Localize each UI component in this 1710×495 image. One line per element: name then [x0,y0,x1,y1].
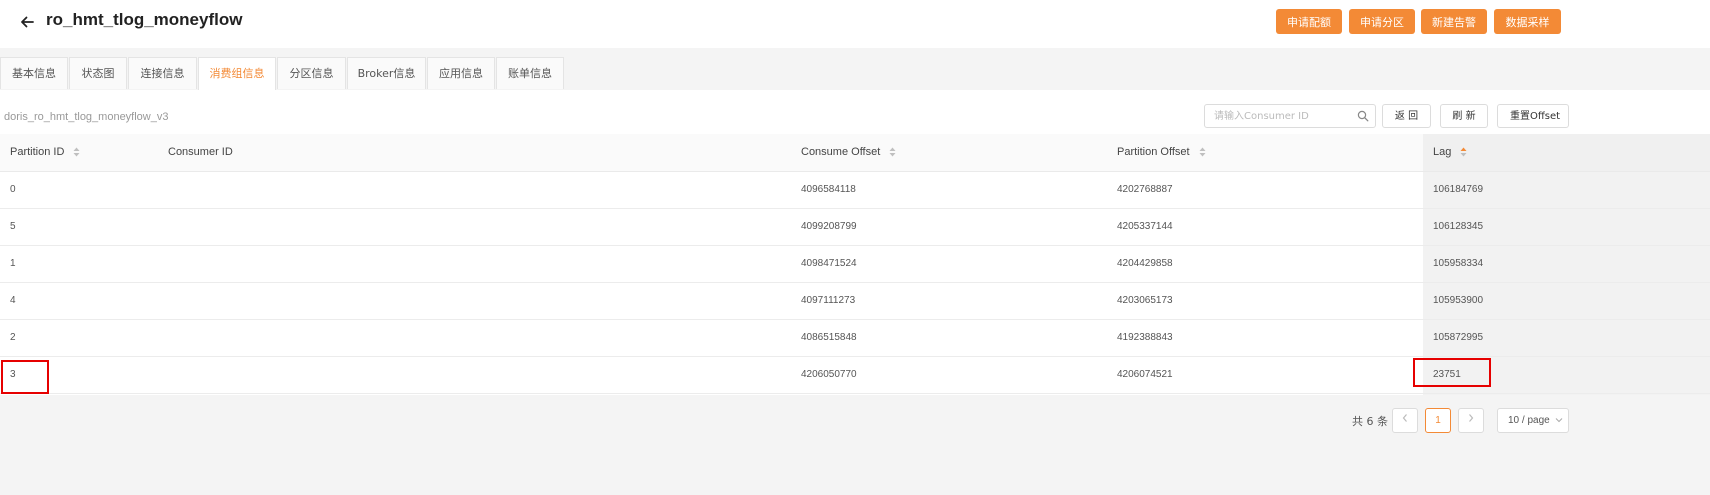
table-row: 4 4097111273 4203065173 105953900 [0,282,1710,320]
column-header-label: Lag [1433,146,1452,158]
table-row: 0 4096584118 4202768887 106184769 [0,171,1710,209]
partition-id-cell: 5 [10,221,16,232]
column-header-lag: Lag [1433,134,1467,171]
column-header-consumer-id: Consumer ID [168,146,233,158]
partition-id-cell: 4 [10,295,16,306]
lag-cell: 106128345 [1433,221,1484,232]
consumer-id-search [1204,104,1376,128]
lag-cell: 105872995 [1433,332,1484,343]
search-icon[interactable] [1357,110,1369,122]
partition-offset-cell: 4205337144 [1117,221,1173,232]
lag-cell: 106184769 [1433,184,1484,195]
table-row: 5 4099208799 4205337144 106128345 [0,208,1710,246]
sort-icon[interactable] [889,147,896,157]
chevron-right-icon [1469,414,1474,422]
sort-icon[interactable] [1199,147,1206,157]
sort-icon[interactable] [73,147,80,157]
highlight-box-partition-3 [1,360,49,394]
table-row: 1 4098471524 4204429858 105958334 [0,245,1710,283]
tab-broker-info[interactable]: Broker信息 [347,57,426,89]
partition-offset-cell: 4206074521 [1117,369,1173,380]
new-alert-button[interactable]: 新建告警 [1421,9,1487,34]
consume-offset-cell: 4206050770 [801,369,857,380]
prev-page-button[interactable] [1392,408,1418,433]
tab-app-info[interactable]: 应用信息 [427,57,495,89]
sort-ascending-icon[interactable] [1460,147,1467,157]
partition-id-cell: 1 [10,258,16,269]
column-header-consume-offset: Consume Offset [801,134,896,171]
consume-offset-cell: 4096584118 [801,184,856,195]
highlight-box-lag-23751 [1413,358,1491,387]
page-1-button[interactable]: 1 [1425,408,1451,433]
chevron-down-icon [1555,418,1562,423]
pagination-total: 共 6 条 [1352,415,1388,428]
tab-basic-info[interactable]: 基本信息 [0,57,68,89]
partition-offset-cell: 4203065173 [1117,295,1173,306]
table-header: Partition ID Consumer ID Consume Offset … [0,134,1710,172]
column-header-partition-id: Partition ID [10,134,80,171]
partition-id-cell: 2 [10,332,16,343]
tab-partition-info[interactable]: 分区信息 [277,57,346,89]
page-header: ro_hmt_tlog_moneyflow 申请配额 申请分区 新建告警 数据采… [0,0,1710,48]
table-row: 2 4086515848 4192388843 105872995 [0,319,1710,357]
lag-cell: 105953900 [1433,295,1484,306]
back-button[interactable]: 返 回 [1382,104,1431,128]
tab-connection-info[interactable]: 连接信息 [128,57,197,89]
tab-consumer-group-info[interactable]: 消费组信息 [198,57,276,90]
page-size-select[interactable]: 10 / page [1497,408,1569,433]
partition-offset-cell: 4204429858 [1117,258,1173,269]
apply-quota-button[interactable]: 申请配额 [1276,9,1342,34]
arrow-left-icon[interactable] [18,13,36,31]
column-header-label: Partition Offset [1117,146,1190,158]
data-sampling-button[interactable]: 数据采样 [1494,9,1561,34]
consumer-id-search-input[interactable] [1214,108,1349,124]
partition-id-cell: 0 [10,184,16,195]
consumer-group-name: doris_ro_hmt_tlog_moneyflow_v3 [4,111,169,123]
partition-offset-cell: 4202768887 [1117,184,1173,195]
consume-offset-cell: 4086515848 [801,332,857,343]
consume-offset-cell: 4098471524 [801,258,857,269]
consume-offset-cell: 4097111273 [801,295,856,306]
refresh-button[interactable]: 刷 新 [1440,104,1488,128]
page-size-value: 10 / page [1508,415,1550,426]
column-header-label: Consume Offset [801,146,881,158]
next-page-button[interactable] [1458,408,1484,433]
reset-offset-button[interactable]: 重置Offset [1497,104,1569,128]
partition-offset-cell: 4192388843 [1117,332,1173,343]
tab-billing-info[interactable]: 账单信息 [496,57,564,89]
apply-partition-button[interactable]: 申请分区 [1349,9,1415,34]
chevron-left-icon [1402,414,1407,422]
consume-offset-cell: 4099208799 [801,221,857,232]
page-title: ro_hmt_tlog_moneyflow [46,10,243,29]
tab-status-chart[interactable]: 状态图 [69,57,127,89]
column-header-partition-offset: Partition Offset [1117,134,1206,171]
column-header-label: Partition ID [10,146,65,158]
lag-cell: 105958334 [1433,258,1484,269]
